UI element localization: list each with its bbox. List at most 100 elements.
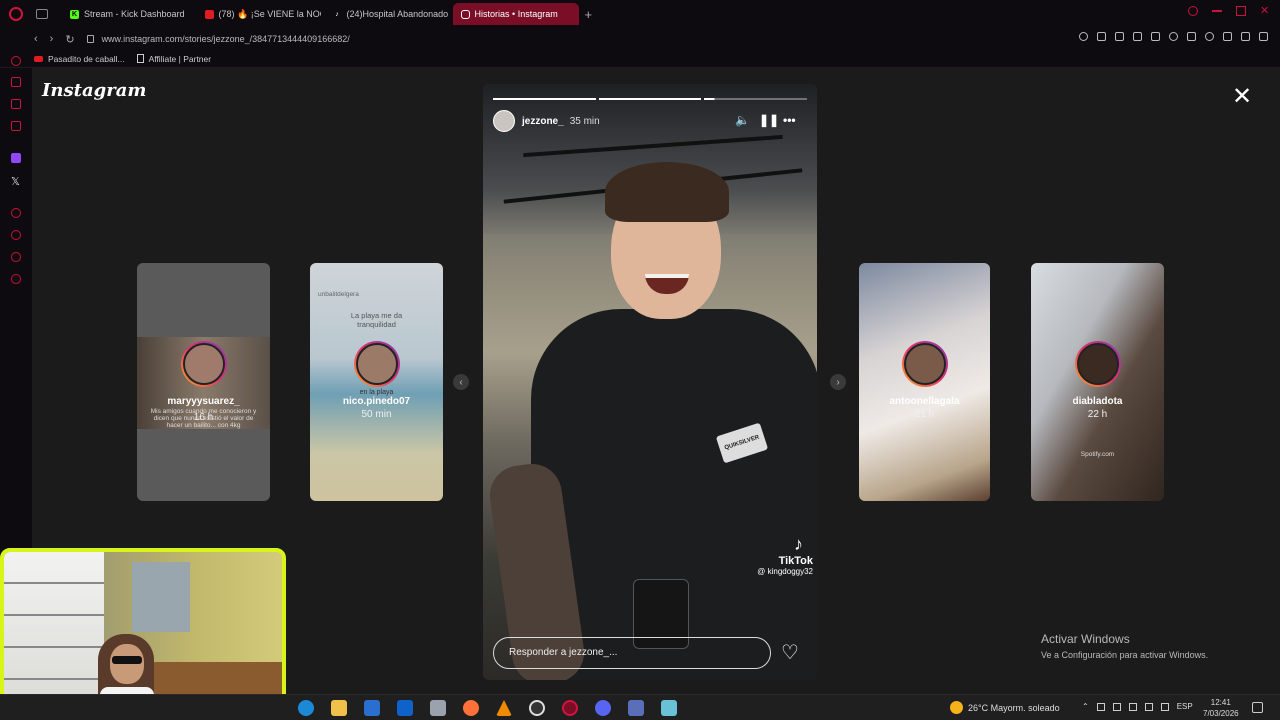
sun-icon xyxy=(950,701,963,714)
avatar[interactable] xyxy=(493,110,515,132)
like-heart-icon[interactable]: ♡ xyxy=(781,640,799,665)
progress-segment xyxy=(598,98,702,100)
progress-segment xyxy=(493,98,596,100)
current-story[interactable]: QUIKSILVER jezzone_ 35 min 🔈 ❚❚ ••• ♪ Ti… xyxy=(483,84,817,680)
story-card-maryyysuarez[interactable]: maryyysuarez_ Mis amigos cuando me conoc… xyxy=(137,263,270,501)
volume-icon[interactable]: 🔈 xyxy=(735,113,750,127)
weather-widget[interactable]: 26°C Mayorm. soleado xyxy=(950,701,1060,714)
instagram-sidebar-icon[interactable] xyxy=(11,121,21,131)
pin-icon[interactable] xyxy=(1097,32,1106,41)
more-options-icon[interactable]: ••• xyxy=(783,113,796,127)
forward-icon[interactable]: › xyxy=(50,33,54,45)
clock-time: 12:41 xyxy=(1210,698,1231,707)
usb-icon[interactable] xyxy=(1096,702,1105,711)
avatar xyxy=(180,341,227,387)
edge-icon[interactable] xyxy=(298,700,314,716)
next-story-button[interactable]: › xyxy=(830,374,846,390)
aria-icon[interactable] xyxy=(11,56,21,66)
tiktok-label: TikTok xyxy=(778,555,813,567)
reload-icon[interactable]: ↻ xyxy=(65,33,74,46)
bookmarks-bar: Pasadito de caball... Affiliate | Partne… xyxy=(0,50,1280,68)
twitch-icon[interactable] xyxy=(11,153,21,163)
outlook-icon[interactable] xyxy=(397,700,413,716)
story-card-antoonellagala[interactable]: antoonellagala 21 h xyxy=(859,263,990,501)
activate-subtitle: Ve a Configuración para activar Windows. xyxy=(1041,650,1209,660)
file-explorer-icon[interactable] xyxy=(331,700,347,716)
bookmark-affiliate[interactable]: Affiliate | Partner xyxy=(136,53,212,64)
back-icon[interactable]: ‹ xyxy=(34,33,38,45)
history-icon[interactable] xyxy=(11,230,21,240)
story-time: 50 min xyxy=(361,409,392,420)
obs-icon[interactable] xyxy=(529,700,545,716)
close-window-icon[interactable]: ✕ xyxy=(1260,6,1270,17)
search-tabs-icon[interactable] xyxy=(1188,6,1198,16)
vlc-icon[interactable] xyxy=(496,700,512,716)
close-stories-icon[interactable]: ✕ xyxy=(1232,85,1252,109)
tab-kick-dashboard[interactable]: K Stream - Kick Dashboard xyxy=(62,3,193,25)
activate-title: Activar Windows xyxy=(1041,632,1130,646)
taskbar-clock[interactable]: 12:41 7/03/2026 xyxy=(1203,697,1239,719)
previous-story-button[interactable]: ‹ xyxy=(453,374,469,390)
story-caption-mid: en la playa xyxy=(359,389,394,396)
app-icon[interactable] xyxy=(430,700,446,716)
tiktok-handle: @ kingdoggy32 xyxy=(757,567,813,576)
messenger-icon[interactable] xyxy=(11,99,21,109)
lock-icon xyxy=(86,35,94,43)
settings-icon[interactable] xyxy=(11,274,21,284)
bookmark-pasadito[interactable]: Pasadito de caball... xyxy=(34,54,125,64)
pinboard-icon[interactable] xyxy=(11,252,21,262)
reply-input[interactable]: Responder a jezzone_... xyxy=(493,637,771,669)
snapshot-icon[interactable] xyxy=(1115,32,1124,41)
network-icon[interactable] xyxy=(1160,702,1169,711)
instagram-logo[interactable]: Instagram xyxy=(42,80,146,101)
story-username[interactable]: jezzone_ xyxy=(522,116,564,127)
shelf-line xyxy=(4,678,104,680)
opera-icon[interactable] xyxy=(562,700,578,716)
profile-icon[interactable] xyxy=(1205,32,1214,41)
story-time: 16 h xyxy=(193,412,214,423)
x-icon[interactable]: 𝕏 xyxy=(11,175,20,188)
story-card-diabladota[interactable]: diabladota 22 h Spotify.com xyxy=(1031,263,1164,501)
menu-icon[interactable] xyxy=(1259,32,1268,41)
url-field[interactable]: www.instagram.com/stories/jezzone_/38477… xyxy=(102,34,350,44)
store-icon[interactable] xyxy=(364,700,380,716)
notification-icon[interactable] xyxy=(1252,702,1263,713)
mic-icon[interactable] xyxy=(1112,702,1121,711)
wifi-icon[interactable] xyxy=(1128,702,1137,711)
calculator-icon[interactable] xyxy=(628,700,644,716)
tab-tiktok[interactable]: ♪ (24)Hospital Abandonado xyxy=(325,3,449,25)
tiktok-watermark: ♪ TikTok @ kingdoggy32 xyxy=(757,534,813,576)
ai-icon[interactable] xyxy=(1241,32,1250,41)
workspace-icon[interactable] xyxy=(11,77,21,87)
story-header: unbalitdelgera xyxy=(318,291,359,298)
maximize-icon[interactable] xyxy=(1236,6,1246,16)
tab-label: (24)Hospital Abandonado xyxy=(346,9,449,19)
tab-youtube[interactable]: (78) 🔥 ¡Se VIENE la NOCH xyxy=(197,3,321,25)
shield-icon[interactable] xyxy=(1133,32,1142,41)
taskbar-apps xyxy=(298,700,677,716)
zoom-icon[interactable] xyxy=(1079,32,1088,41)
download-icon[interactable] xyxy=(1223,32,1232,41)
tab-overview-icon[interactable] xyxy=(36,9,48,19)
pause-icon[interactable]: ❚❚ xyxy=(759,113,779,127)
minimize-icon[interactable] xyxy=(1212,10,1222,12)
notepad-icon[interactable] xyxy=(661,700,677,716)
bookmark-label: Affiliate | Partner xyxy=(148,53,212,64)
story-time: 35 min xyxy=(569,115,600,127)
tab-instagram-stories[interactable]: Historias • Instagram xyxy=(452,3,579,25)
play-icon[interactable] xyxy=(1151,32,1160,41)
opera-menu-icon[interactable] xyxy=(9,7,23,21)
story-username: nico.pinedo07 xyxy=(342,396,411,407)
firefox-icon[interactable] xyxy=(463,700,479,716)
discord-icon[interactable] xyxy=(595,700,611,716)
story-card-nico-pinedo[interactable]: unbalitdelgera La playa me da tranquilid… xyxy=(310,263,443,501)
speaker-icon[interactable] xyxy=(1144,702,1153,711)
new-tab-button[interactable]: + xyxy=(585,7,593,22)
heart-icon[interactable] xyxy=(1169,32,1178,41)
streamer-sunglasses xyxy=(112,656,142,664)
chevron-up-icon[interactable]: ⌃ xyxy=(1082,702,1089,711)
language-indicator[interactable]: ESP xyxy=(1177,702,1193,711)
shelf-line xyxy=(4,614,104,616)
extensions-icon[interactable] xyxy=(1187,32,1196,41)
player-icon[interactable] xyxy=(11,208,21,218)
